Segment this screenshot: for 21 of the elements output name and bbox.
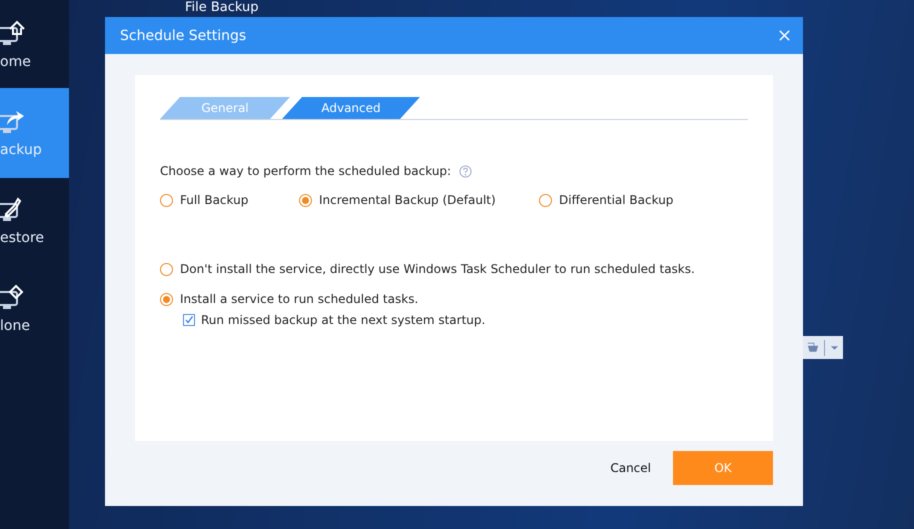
help-icon[interactable] (459, 164, 472, 178)
close-icon[interactable] (778, 29, 791, 42)
radio-option[interactable]: Incremental Backup (Default) (299, 193, 539, 207)
caret-icon (830, 344, 839, 350)
sidebar-item[interactable]: ome (0, 0, 69, 90)
radio-option[interactable]: Differential Backup (539, 193, 674, 207)
toolbar-button[interactable] (803, 336, 843, 359)
radio-option[interactable]: Full Backup (160, 193, 299, 207)
page-title: File Backup (185, 0, 259, 15)
radio-option[interactable]: Don't install the service, directly use Windows Task Scheduler to run scheduled tasks. (160, 262, 748, 276)
cancel-button[interactable]: Cancel (606, 453, 655, 483)
prompt-text: Choose a way to perform the scheduled backup: (160, 164, 452, 178)
dialog-title: Schedule Settings (120, 28, 246, 44)
sidebar-item[interactable]: estore (0, 176, 69, 266)
basket-icon (807, 342, 819, 353)
monitor-diamond-icon (0, 284, 26, 310)
sidebar-item[interactable]: lone (0, 264, 69, 354)
monitor-arrow-icon (0, 108, 26, 134)
checkbox-option[interactable]: Run missed backup at the next system startup. (183, 313, 748, 327)
radio-option[interactable]: Install a service to run scheduled tasks. (160, 292, 748, 306)
monitor-house-icon (0, 20, 26, 46)
